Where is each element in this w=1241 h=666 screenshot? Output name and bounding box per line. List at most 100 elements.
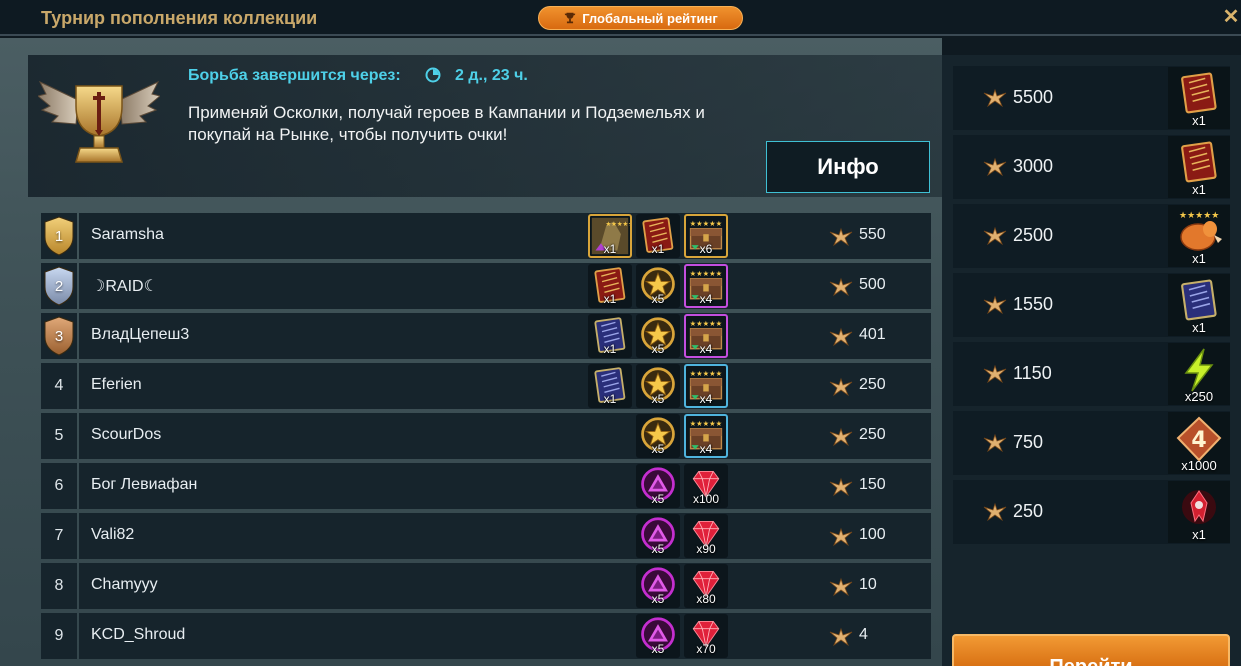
- rank-cell: 5: [41, 413, 77, 459]
- svg-text:★★★★★: ★★★★★: [690, 219, 723, 228]
- reward-quantity: x80: [696, 592, 716, 606]
- gold-star-medal-reward[interactable]: x5: [636, 314, 680, 358]
- gold-star-medal-reward[interactable]: x5: [636, 264, 680, 308]
- go-button[interactable]: Перейти: [952, 634, 1230, 666]
- ruby-gem-reward[interactable]: x70: [684, 614, 728, 658]
- player-cell: Vali82 x5 x90 100: [79, 513, 931, 559]
- reward-tier[interactable]: 2500 ★★★★★ x1: [953, 204, 1230, 268]
- tournament-end-label: Борьба завершится через:: [188, 67, 401, 84]
- player-points: 401: [859, 326, 886, 343]
- reward-quantity: x1: [603, 342, 617, 356]
- rank-cell: 8: [41, 563, 77, 609]
- rank-number: 4: [54, 377, 64, 394]
- chest-5star-reward[interactable]: ★★★★★ x4: [684, 264, 728, 308]
- leaderboard-row[interactable]: 7 Vali82 x5 x90 100: [41, 513, 931, 559]
- reward-quantity: x4: [699, 442, 713, 456]
- purple-rank-medal-reward[interactable]: x5: [636, 564, 680, 608]
- red-tome-reward[interactable]: x1: [636, 214, 680, 258]
- player-points: 550: [859, 226, 886, 243]
- rank-cell: 4: [41, 363, 77, 409]
- gold-star-medal-reward[interactable]: x5: [636, 414, 680, 458]
- player-name[interactable]: Eferien: [91, 376, 142, 394]
- player-name[interactable]: KCD_Shroud: [91, 626, 185, 644]
- purple-rank-medal-reward[interactable]: x5: [636, 514, 680, 558]
- reward-quantity: x1: [603, 242, 617, 256]
- player-cell: ВладЦепеш3 x1 x5 ★★★★★ x4 401: [79, 313, 931, 359]
- player-name[interactable]: Бог Левиафан: [91, 476, 197, 494]
- reward-quantity: x4: [699, 342, 713, 356]
- purple-rank-medal-reward[interactable]: x5: [636, 464, 680, 508]
- leaderboard-row[interactable]: 5 ScourDos x5 ★★★★★ x4 250: [41, 413, 931, 459]
- red-tome-reward[interactable]: x1: [1168, 136, 1230, 198]
- red-tome-reward[interactable]: x1: [588, 264, 632, 308]
- leaderboard-row[interactable]: 3 ВладЦепеш3 x1 x5 ★★★★★ x4 401: [41, 313, 931, 359]
- leaderboard-row[interactable]: 2 ☽RAID☾ x1 x5 ★★★★★ x4 500: [41, 263, 931, 309]
- player-name[interactable]: ScourDos: [91, 426, 161, 444]
- rank-number: 5: [54, 427, 64, 444]
- svg-text:★★★★★: ★★★★★: [690, 269, 723, 278]
- chest-5star-reward[interactable]: ★★★★★ x4: [684, 314, 728, 358]
- reward-quantity: x1: [651, 242, 665, 256]
- player-points: 4: [859, 626, 868, 643]
- sacred-shard-card-reward[interactable]: ★★★★★ x1: [588, 214, 632, 258]
- reward-tier[interactable]: 750 4 x1000: [953, 411, 1230, 475]
- reward-tier[interactable]: 250 x1: [953, 480, 1230, 544]
- purple-rank-medal-reward[interactable]: x5: [636, 614, 680, 658]
- blue-tome-reward[interactable]: x1: [1168, 274, 1230, 336]
- reward-tier[interactable]: 5500 x1: [953, 66, 1230, 130]
- chicken-5star-reward[interactable]: ★★★★★ x1: [1168, 205, 1230, 267]
- close-button[interactable]: ✕: [1222, 6, 1240, 28]
- info-button[interactable]: Инфо: [766, 141, 930, 193]
- blue-tome-reward[interactable]: x1: [588, 314, 632, 358]
- player-name[interactable]: Chamyyy: [91, 576, 158, 594]
- global-rating-button[interactable]: Глобальный рейтинг: [538, 6, 743, 30]
- ruby-gem-reward[interactable]: x100: [684, 464, 728, 508]
- energy-bolt-reward[interactable]: x250: [1168, 343, 1230, 405]
- tournament-point-icon: [828, 277, 854, 297]
- rank-number: 1: [54, 227, 64, 245]
- reward-tier[interactable]: 1150 x250: [953, 342, 1230, 406]
- tier-points: 250: [1013, 501, 1044, 521]
- tier-points: 5500: [1013, 87, 1054, 107]
- player-name[interactable]: ☽RAID☾: [91, 276, 158, 296]
- winged-trophy-icon: [38, 80, 160, 163]
- leaderboard-row[interactable]: 8 Chamyyy x5 x80 10: [41, 563, 931, 609]
- chest-5star-reward[interactable]: ★★★★★ x4: [684, 364, 728, 408]
- player-name[interactable]: Vali82: [91, 526, 134, 544]
- ruby-gem-reward[interactable]: x80: [684, 564, 728, 608]
- reward-list: x5 x90: [636, 514, 728, 558]
- reward-quantity: x4: [699, 292, 713, 306]
- reward-tier[interactable]: 1550 x1: [953, 273, 1230, 337]
- title-bar: Турнир пополнения коллекции Глобальный р…: [0, 0, 1241, 36]
- leaderboard-row[interactable]: 9 KCD_Shroud x5 x70 4: [41, 613, 931, 659]
- blue-tome-reward[interactable]: x1: [588, 364, 632, 408]
- player-name[interactable]: ВладЦепеш3: [91, 326, 189, 344]
- player-cell: ☽RAID☾ x1 x5 ★★★★★ x4 500: [79, 263, 931, 309]
- reward-quantity: x70: [696, 642, 716, 656]
- leaderboard-row[interactable]: 6 Бог Левиафан x5 x100 150: [41, 463, 931, 509]
- chest-5star-reward[interactable]: ★★★★★ x6: [684, 214, 728, 258]
- red-crest-icon-reward[interactable]: x1: [1168, 481, 1230, 543]
- reward-tier[interactable]: 3000 x1: [953, 135, 1230, 199]
- tier-points: 3000: [1013, 156, 1054, 176]
- tournament-point-icon: [982, 88, 1008, 108]
- rank-number: 9: [54, 627, 64, 644]
- chest-5star-reward[interactable]: ★★★★★ x4: [684, 414, 728, 458]
- tournament-point-icon: [982, 364, 1008, 384]
- svg-text:★★★★★: ★★★★★: [690, 319, 723, 328]
- red-tome-reward[interactable]: x1: [1168, 67, 1230, 129]
- player-name[interactable]: Saramsha: [91, 226, 164, 244]
- rank-number: 3: [54, 327, 64, 345]
- rank-cell: 9: [41, 613, 77, 659]
- reward-list: x5 x80: [636, 564, 728, 608]
- reward-list: x5 ★★★★★ x4: [636, 414, 728, 458]
- ruby-gem-reward[interactable]: x90: [684, 514, 728, 558]
- gold-star-medal-reward[interactable]: x5: [636, 364, 680, 408]
- leaderboard-row[interactable]: 1 Saramsha ★★★★★ x1 x1 ★★★★★ x6 550: [41, 213, 931, 259]
- player-points: 250: [859, 376, 886, 393]
- leaderboard-row[interactable]: 4 Eferien x1 x5 ★★★★★ x4 250: [41, 363, 931, 409]
- rank-cell: 7: [41, 513, 77, 559]
- rank-4-badge-reward[interactable]: 4 x1000: [1168, 412, 1230, 474]
- tournament-point-icon: [828, 327, 854, 347]
- rank-number: 7: [54, 527, 64, 544]
